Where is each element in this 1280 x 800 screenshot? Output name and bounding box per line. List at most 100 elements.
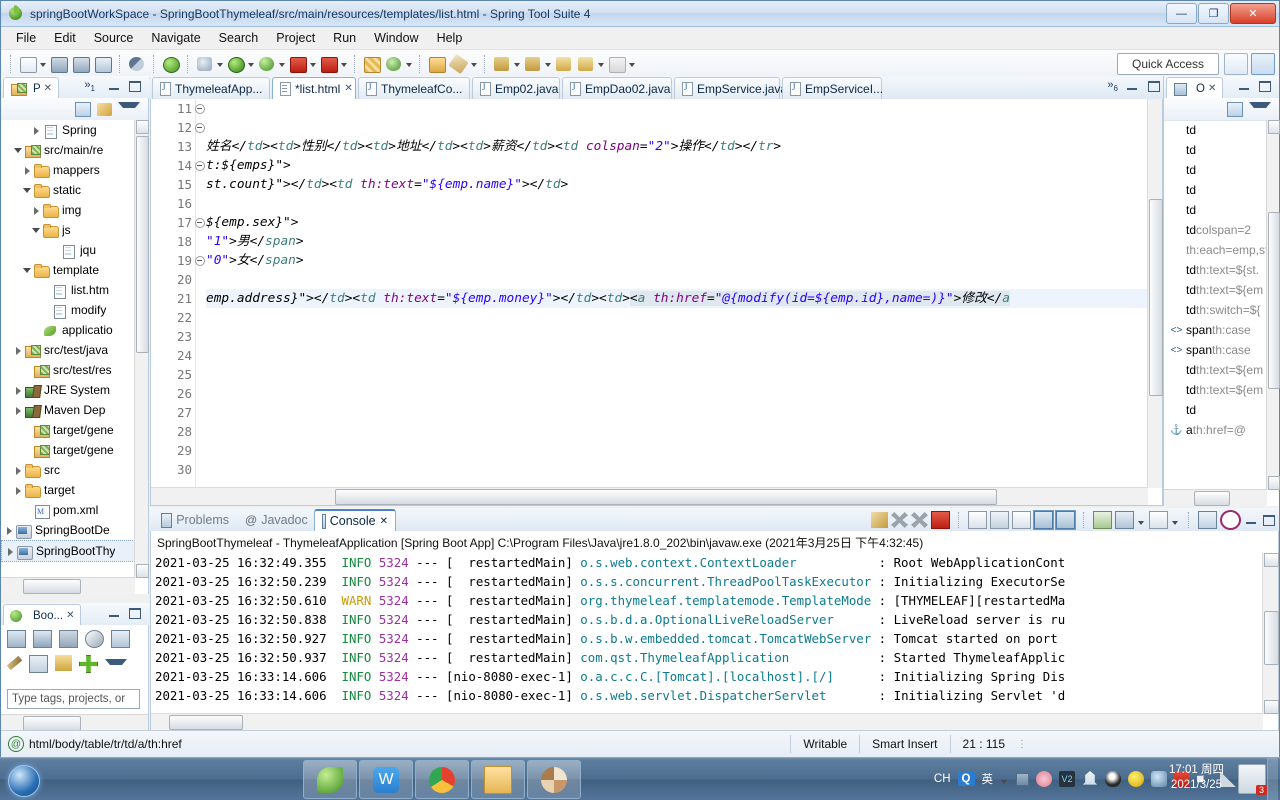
console-hscroll-thumb[interactable] — [169, 715, 243, 730]
display-console-dropdown-arrow-icon[interactable] — [1137, 512, 1146, 528]
menu-window[interactable]: Window — [365, 29, 427, 47]
stop-dropdown-arrow-icon[interactable] — [309, 54, 318, 74]
outline-item[interactable]: td — [1164, 200, 1267, 220]
code-line[interactable] — [206, 422, 1148, 441]
fold-toggle-icon[interactable] — [195, 161, 205, 171]
display-selected-console-icon[interactable] — [1115, 511, 1134, 529]
new-class-dropdown-arrow-icon[interactable] — [405, 54, 414, 74]
console-tab-problems[interactable]: Problems — [154, 509, 236, 531]
menu-source[interactable]: Source — [85, 29, 143, 47]
editor-tab-5[interactable]: EmpDao02.java — [562, 77, 672, 99]
scroll-lock-icon[interactable] — [990, 511, 1009, 529]
tree-hscroll-thumb[interactable] — [23, 579, 81, 594]
open-type-icon[interactable] — [427, 54, 447, 74]
code-line[interactable]: t:${emps}"> — [206, 156, 1148, 175]
word-wrap-icon[interactable] — [1012, 511, 1031, 529]
expand-arrow-icon[interactable] — [13, 485, 24, 496]
debug-dropdown-arrow-icon[interactable] — [216, 54, 225, 74]
outline-item[interactable]: td — [1164, 120, 1267, 140]
outline-item[interactable]: td — [1164, 400, 1267, 420]
expand-arrow-icon[interactable] — [22, 165, 33, 176]
status-resize-handle[interactable]: ⋮ — [1017, 739, 1029, 750]
tree-item[interactable]: mappers — [1, 160, 135, 180]
show-console-on-output-icon[interactable] — [1034, 511, 1053, 529]
save-all-icon[interactable] — [71, 54, 91, 74]
expand-arrow-icon[interactable] — [13, 345, 24, 356]
tree-item[interactable]: js — [1, 220, 135, 240]
perspective-java-ee-button[interactable] — [1251, 53, 1275, 75]
boot-dashboard-hscrollbar[interactable] — [1, 714, 148, 731]
expand-arrow-icon[interactable] — [31, 125, 42, 136]
code-line[interactable] — [206, 270, 1148, 289]
editor-hscroll-thumb[interactable] — [335, 489, 997, 505]
restart-icon[interactable] — [33, 630, 52, 648]
scroll-down-arrow-icon[interactable] — [1264, 700, 1279, 714]
view-menu-chevron-icon[interactable] — [105, 659, 127, 674]
code-line[interactable] — [206, 327, 1148, 346]
expand-arrow-icon[interactable] — [13, 385, 24, 396]
outline-horizontal-scrollbar[interactable] — [1164, 489, 1267, 506]
stop-icon[interactable] — [59, 630, 78, 648]
menu-edit[interactable]: Edit — [45, 29, 85, 47]
edit-icon[interactable] — [6, 655, 23, 671]
tree-item[interactable]: template — [1, 260, 135, 280]
new-dropdown-arrow-icon[interactable] — [39, 54, 48, 74]
fold-toggle-icon[interactable] — [195, 218, 205, 228]
editor-tab-2[interactable]: *list.html ✕ — [272, 77, 356, 99]
tree-item[interactable]: target/gene — [1, 440, 135, 460]
clear-console-icon[interactable] — [968, 511, 987, 529]
code-line[interactable]: st.count}"></td><td th:text="${emp.name}… — [206, 175, 1148, 194]
outline-item[interactable]: th:each=emp,st — [1164, 240, 1267, 260]
action-center-icon[interactable]: 3 — [1238, 764, 1267, 795]
add-icon[interactable] — [79, 655, 98, 673]
quick-access-input[interactable]: Quick Access — [1117, 53, 1219, 75]
tree-item[interactable]: src/main/re — [1, 140, 135, 160]
forward-icon[interactable] — [607, 54, 627, 74]
expand-arrow-icon[interactable] — [22, 185, 33, 196]
link-icon[interactable] — [871, 512, 888, 528]
expand-arrow-icon[interactable] — [13, 145, 24, 156]
outline-item[interactable]: td colspan=2 — [1164, 220, 1267, 240]
properties-table-icon[interactable] — [29, 655, 48, 673]
collapse-all-icon[interactable] — [1227, 101, 1243, 117]
taskbar-google-chrome[interactable] — [415, 760, 469, 799]
tree-item[interactable]: list.htm — [1, 280, 135, 300]
ime-indicator[interactable]: CH — [934, 773, 951, 785]
console-vertical-scrollbar[interactable] — [1262, 553, 1279, 714]
next-annotation-dropdown-arrow-icon[interactable] — [513, 54, 522, 74]
scroll-up-arrow-icon[interactable] — [1268, 120, 1280, 134]
stop-icon[interactable] — [288, 54, 308, 74]
boot-dashboard-search-input[interactable]: Type tags, projects, or — [7, 689, 140, 709]
code-line[interactable] — [206, 99, 1148, 118]
outline-scroll-thumb[interactable] — [1268, 212, 1280, 389]
forward-dropdown-arrow-icon[interactable] — [628, 54, 637, 74]
expand-arrow-icon[interactable] — [4, 525, 15, 536]
show-desktop-button[interactable] — [1267, 758, 1278, 800]
outline-item[interactable]: td th:text=${em — [1164, 380, 1267, 400]
maximize-view-icon[interactable] — [1257, 80, 1271, 92]
tree-item[interactable]: JRE System — [1, 380, 135, 400]
maximize-view-icon[interactable] — [127, 607, 141, 619]
outline-item[interactable]: ⚓ a th:href=@ — [1164, 420, 1267, 440]
search-dropdown-arrow-icon[interactable] — [470, 54, 479, 74]
close-button[interactable]: ✕ — [1230, 3, 1276, 24]
security-shield-icon[interactable] — [1128, 771, 1144, 787]
outline-vertical-scrollbar[interactable] — [1266, 120, 1280, 490]
previous-annotation-dropdown-arrow-icon[interactable] — [544, 54, 553, 74]
taskbar-wps-writer[interactable]: W — [359, 760, 413, 799]
run-dropdown-arrow-icon[interactable] — [247, 54, 256, 74]
expand-arrow-icon[interactable] — [31, 225, 42, 236]
minimize-view-icon[interactable] — [107, 607, 121, 619]
code-line[interactable]: "1">男</span> — [206, 232, 1148, 251]
code-line[interactable] — [206, 365, 1148, 384]
minimize-editor-icon[interactable] — [1125, 80, 1139, 92]
outline-tree[interactable]: td td td td td td colspan=2 th:each=emp,s… — [1164, 120, 1267, 490]
console-tab-console[interactable]: Console ✕ — [314, 509, 396, 531]
filters-icon[interactable] — [55, 655, 72, 671]
open-console-dropdown-arrow-icon[interactable] — [1171, 512, 1180, 528]
scroll-down-arrow-icon[interactable] — [136, 564, 149, 578]
project-tree[interactable]: Spring src/main/re mappers static img js jqu te… — [1, 120, 135, 578]
code-line[interactable]: emp.address}"></td><td th:text="${emp.mo… — [206, 289, 1148, 308]
tab-package-explorer[interactable]: P ✕ — [3, 77, 60, 99]
boot-hscroll-thumb[interactable] — [23, 716, 81, 731]
